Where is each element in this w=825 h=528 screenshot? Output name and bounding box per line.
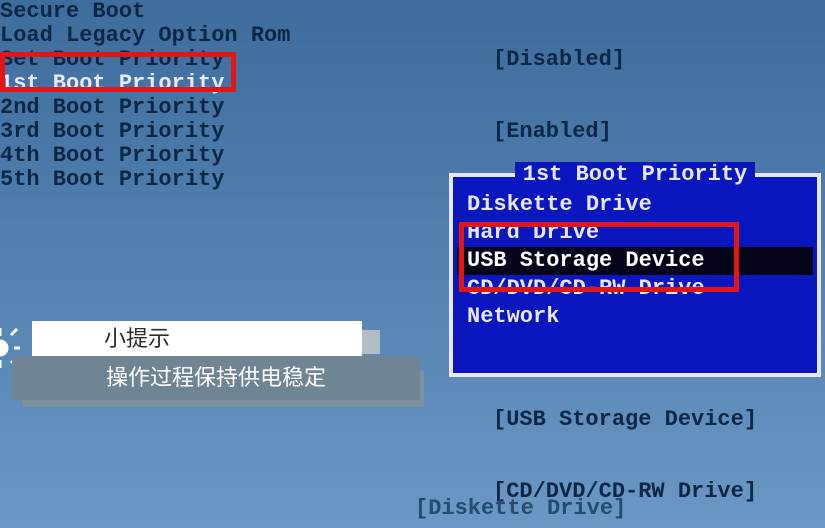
footer-diskette-drive: [Diskette Drive] — [415, 496, 626, 521]
left-row-secure-boot: Secure Boot — [0, 0, 440, 24]
bios-left-column: Secure Boot Load Legacy Option Rom Set B… — [0, 0, 440, 192]
popup-option-hard-drive[interactable]: Hard Drive — [453, 219, 817, 247]
left-row-set-boot-priority: Set Boot Priority — [0, 48, 440, 72]
right-row-3rd-val: [USB Storage Device] — [493, 408, 757, 432]
popup-title: 1st Boot Priority — [453, 161, 817, 189]
left-row-load-legacy: Load Legacy Option Rom — [0, 24, 440, 48]
left-row-1st-boot-priority[interactable]: 1st Boot Priority — [0, 72, 440, 96]
left-row-3rd-boot-priority[interactable]: 3rd Boot Priority — [0, 120, 440, 144]
boot-priority-popup: 1st Boot Priority Diskette Drive Hard Dr… — [449, 173, 821, 377]
popup-option-diskette[interactable]: Diskette Drive — [453, 191, 817, 219]
tip-body: 操作过程保持供电稳定 — [12, 356, 420, 400]
tip-shadow-small — [362, 330, 380, 354]
tip-header: 小提示 — [32, 321, 362, 356]
popup-option-network[interactable]: Network — [453, 303, 817, 331]
popup-option-usb-storage[interactable]: USB Storage Device — [457, 247, 813, 275]
right-row-load-legacy-val: [Enabled] — [493, 120, 757, 144]
left-row-4th-boot-priority[interactable]: 4th Boot Priority — [0, 144, 440, 168]
tip-overlay: 小提示 操作过程保持供电稳定 — [0, 318, 430, 406]
left-row-5th-boot-priority[interactable]: 5th Boot Priority — [0, 168, 440, 192]
right-row-secure-boot-val: [Disabled] — [493, 48, 757, 72]
left-row-2nd-boot-priority[interactable]: 2nd Boot Priority — [0, 96, 440, 120]
popup-option-cddvd[interactable]: CD/DVD/CD-RW Drive — [453, 275, 817, 303]
